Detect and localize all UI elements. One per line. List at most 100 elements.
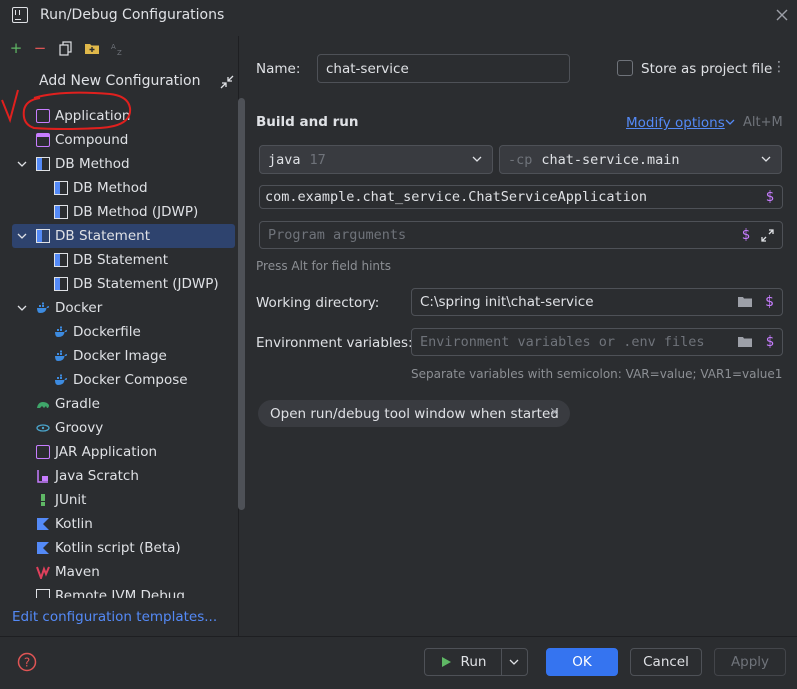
expand-icon[interactable] [761, 229, 774, 242]
ok-button[interactable]: OK [546, 648, 618, 676]
tree-item-label: Docker Image [73, 348, 167, 364]
tree-item-remote-jvm-debug-clip: Remote JVM Debug [36, 584, 236, 598]
remove-icon[interactable]: − [32, 40, 48, 56]
tree-item-label: Maven [55, 564, 100, 580]
tree-item-label: DB Method [55, 156, 130, 172]
chevron-down-icon[interactable] [17, 303, 27, 313]
chevron-down-icon [761, 156, 771, 162]
store-project-checkbox[interactable] [617, 60, 633, 76]
name-input[interactable]: chat-service [317, 54, 570, 83]
docker-icon [55, 350, 67, 361]
tree-item-dockerfile[interactable]: Dockerfile [54, 320, 141, 344]
tree-item-label: Docker [55, 300, 103, 316]
svg-text:Z: Z [117, 49, 122, 56]
tree-item-db-statement-jdwp[interactable]: DB Statement (JDWP) [54, 272, 219, 296]
tree-item-jar-application[interactable]: JAR Application [36, 440, 157, 464]
tree-scrollbar[interactable] [238, 98, 245, 510]
tree-item-junit[interactable]: JUnit [36, 488, 86, 512]
tree-item-docker-image[interactable]: Docker Image [54, 344, 167, 368]
main-class-input[interactable]: com.example.chat_service.ChatServiceAppl… [259, 185, 783, 209]
tree-item-kotlin-script[interactable]: Kotlin script (Beta) [36, 536, 181, 560]
tree-item-label: Kotlin [55, 516, 93, 532]
edit-templates-link[interactable]: Edit configuration templates... [12, 609, 217, 625]
working-directory-input[interactable]: C:\spring init\chat-service $ [411, 288, 783, 316]
environment-variables-label: Environment variables: [256, 335, 413, 351]
environment-variables-placeholder: Environment variables or .env files [420, 334, 705, 350]
folder-icon[interactable] [738, 296, 752, 307]
tree-item-label: Gradle [55, 396, 100, 412]
chevron-down-icon[interactable] [17, 159, 27, 169]
tree-item-maven[interactable]: Maven [36, 560, 100, 584]
run-split-button[interactable]: Run [424, 648, 528, 676]
jdk-dropdown[interactable]: java 17 [259, 145, 493, 174]
macro-icon[interactable]: $ [766, 189, 774, 205]
cp-flag: -cp [508, 151, 533, 168]
sort-icon[interactable]: A Z [110, 40, 126, 56]
chip-close-icon[interactable]: × [549, 405, 560, 420]
tree-item-docker-group[interactable]: Docker [36, 296, 102, 320]
svg-text:A: A [111, 43, 116, 51]
apply-button[interactable]: Apply [714, 648, 786, 676]
macro-icon[interactable]: $ [742, 227, 750, 243]
help-icon[interactable]: ? [17, 652, 37, 672]
open-tool-window-chip[interactable]: Open run/debug tool window when started … [258, 400, 570, 427]
tree-item-remote-jvm-debug[interactable]: Remote JVM Debug [36, 584, 185, 598]
tree-item-kotlin[interactable]: Kotlin [36, 512, 93, 536]
macro-icon[interactable]: $ [765, 294, 774, 310]
more-options-icon[interactable]: ⋮ [772, 59, 786, 75]
field-hint: Press Alt for field hints [256, 259, 391, 273]
svg-text:?: ? [24, 656, 30, 670]
tree-item-label: DB Statement [73, 252, 168, 268]
kotlin-icon [37, 518, 49, 530]
maven-icon [36, 566, 50, 579]
tree-item-label: DB Statement (JDWP) [73, 276, 219, 292]
tree-item-label: JAR Application [55, 444, 158, 460]
tree-item-db-method[interactable]: DB Method [54, 176, 148, 200]
remote-debug-icon [36, 589, 50, 598]
annotation-highlight [1, 89, 132, 130]
intellij-logo-icon [12, 7, 28, 23]
docker-icon [37, 302, 49, 313]
tree-item-db-statement[interactable]: DB Statement [54, 248, 168, 272]
macro-icon[interactable]: $ [766, 334, 774, 350]
tree-item-label: Docker Compose [73, 372, 188, 388]
docker-icon [55, 374, 67, 385]
close-icon[interactable] [775, 8, 789, 22]
run-label: Run [460, 654, 487, 670]
docker-icon [55, 326, 67, 337]
folder-add-icon[interactable] [84, 40, 100, 56]
run-button[interactable]: Run [425, 649, 502, 675]
tree-item-docker-compose[interactable]: Docker Compose [54, 368, 188, 392]
collapse-icon[interactable] [220, 75, 234, 89]
classpath-dropdown[interactable]: -cp chat-service.main [499, 145, 782, 174]
program-arguments-placeholder: Program arguments [268, 227, 407, 243]
tree-item-label: DB Method (JDWP) [73, 204, 199, 220]
tree-item-gradle[interactable]: Gradle [36, 392, 100, 416]
db-method-icon [36, 157, 50, 171]
environment-variables-input[interactable]: Environment variables or .env files $ [411, 328, 783, 356]
modify-options-shortcut: Alt+M [743, 115, 783, 130]
chevron-down-icon[interactable] [17, 231, 27, 241]
tree-item-db-method-jdwp[interactable]: DB Method (JDWP) [54, 200, 198, 224]
tree-item-label: Java Scratch [55, 468, 139, 484]
tree-item-label: Dockerfile [73, 324, 141, 340]
kotlin-icon [37, 542, 49, 554]
tree-item-db-method-group[interactable]: DB Method [36, 152, 130, 176]
tree-item-label: DB Statement [55, 228, 150, 244]
name-label: Name: [256, 61, 301, 77]
tree-item-java-scratch[interactable]: Java Scratch [36, 464, 139, 488]
title-bar: Run/Debug Configurations [0, 0, 797, 32]
add-icon[interactable]: + [8, 40, 24, 56]
cancel-button[interactable]: Cancel [630, 648, 702, 676]
chevron-down-icon[interactable] [509, 658, 519, 666]
working-directory-label: Working directory: [256, 295, 380, 311]
gradle-icon [37, 402, 49, 408]
chevron-down-icon [725, 119, 735, 125]
copy-icon[interactable] [58, 40, 74, 56]
tree-item-db-statement-group[interactable]: DB Statement [36, 224, 150, 248]
tree-item-groovy[interactable]: Groovy [36, 416, 103, 440]
main-class-value: com.example.chat_service.ChatServiceAppl… [265, 189, 648, 205]
modify-options-link[interactable]: Modify options [626, 115, 725, 131]
folder-icon[interactable] [738, 336, 752, 347]
program-arguments-input[interactable]: Program arguments $ [259, 221, 783, 249]
